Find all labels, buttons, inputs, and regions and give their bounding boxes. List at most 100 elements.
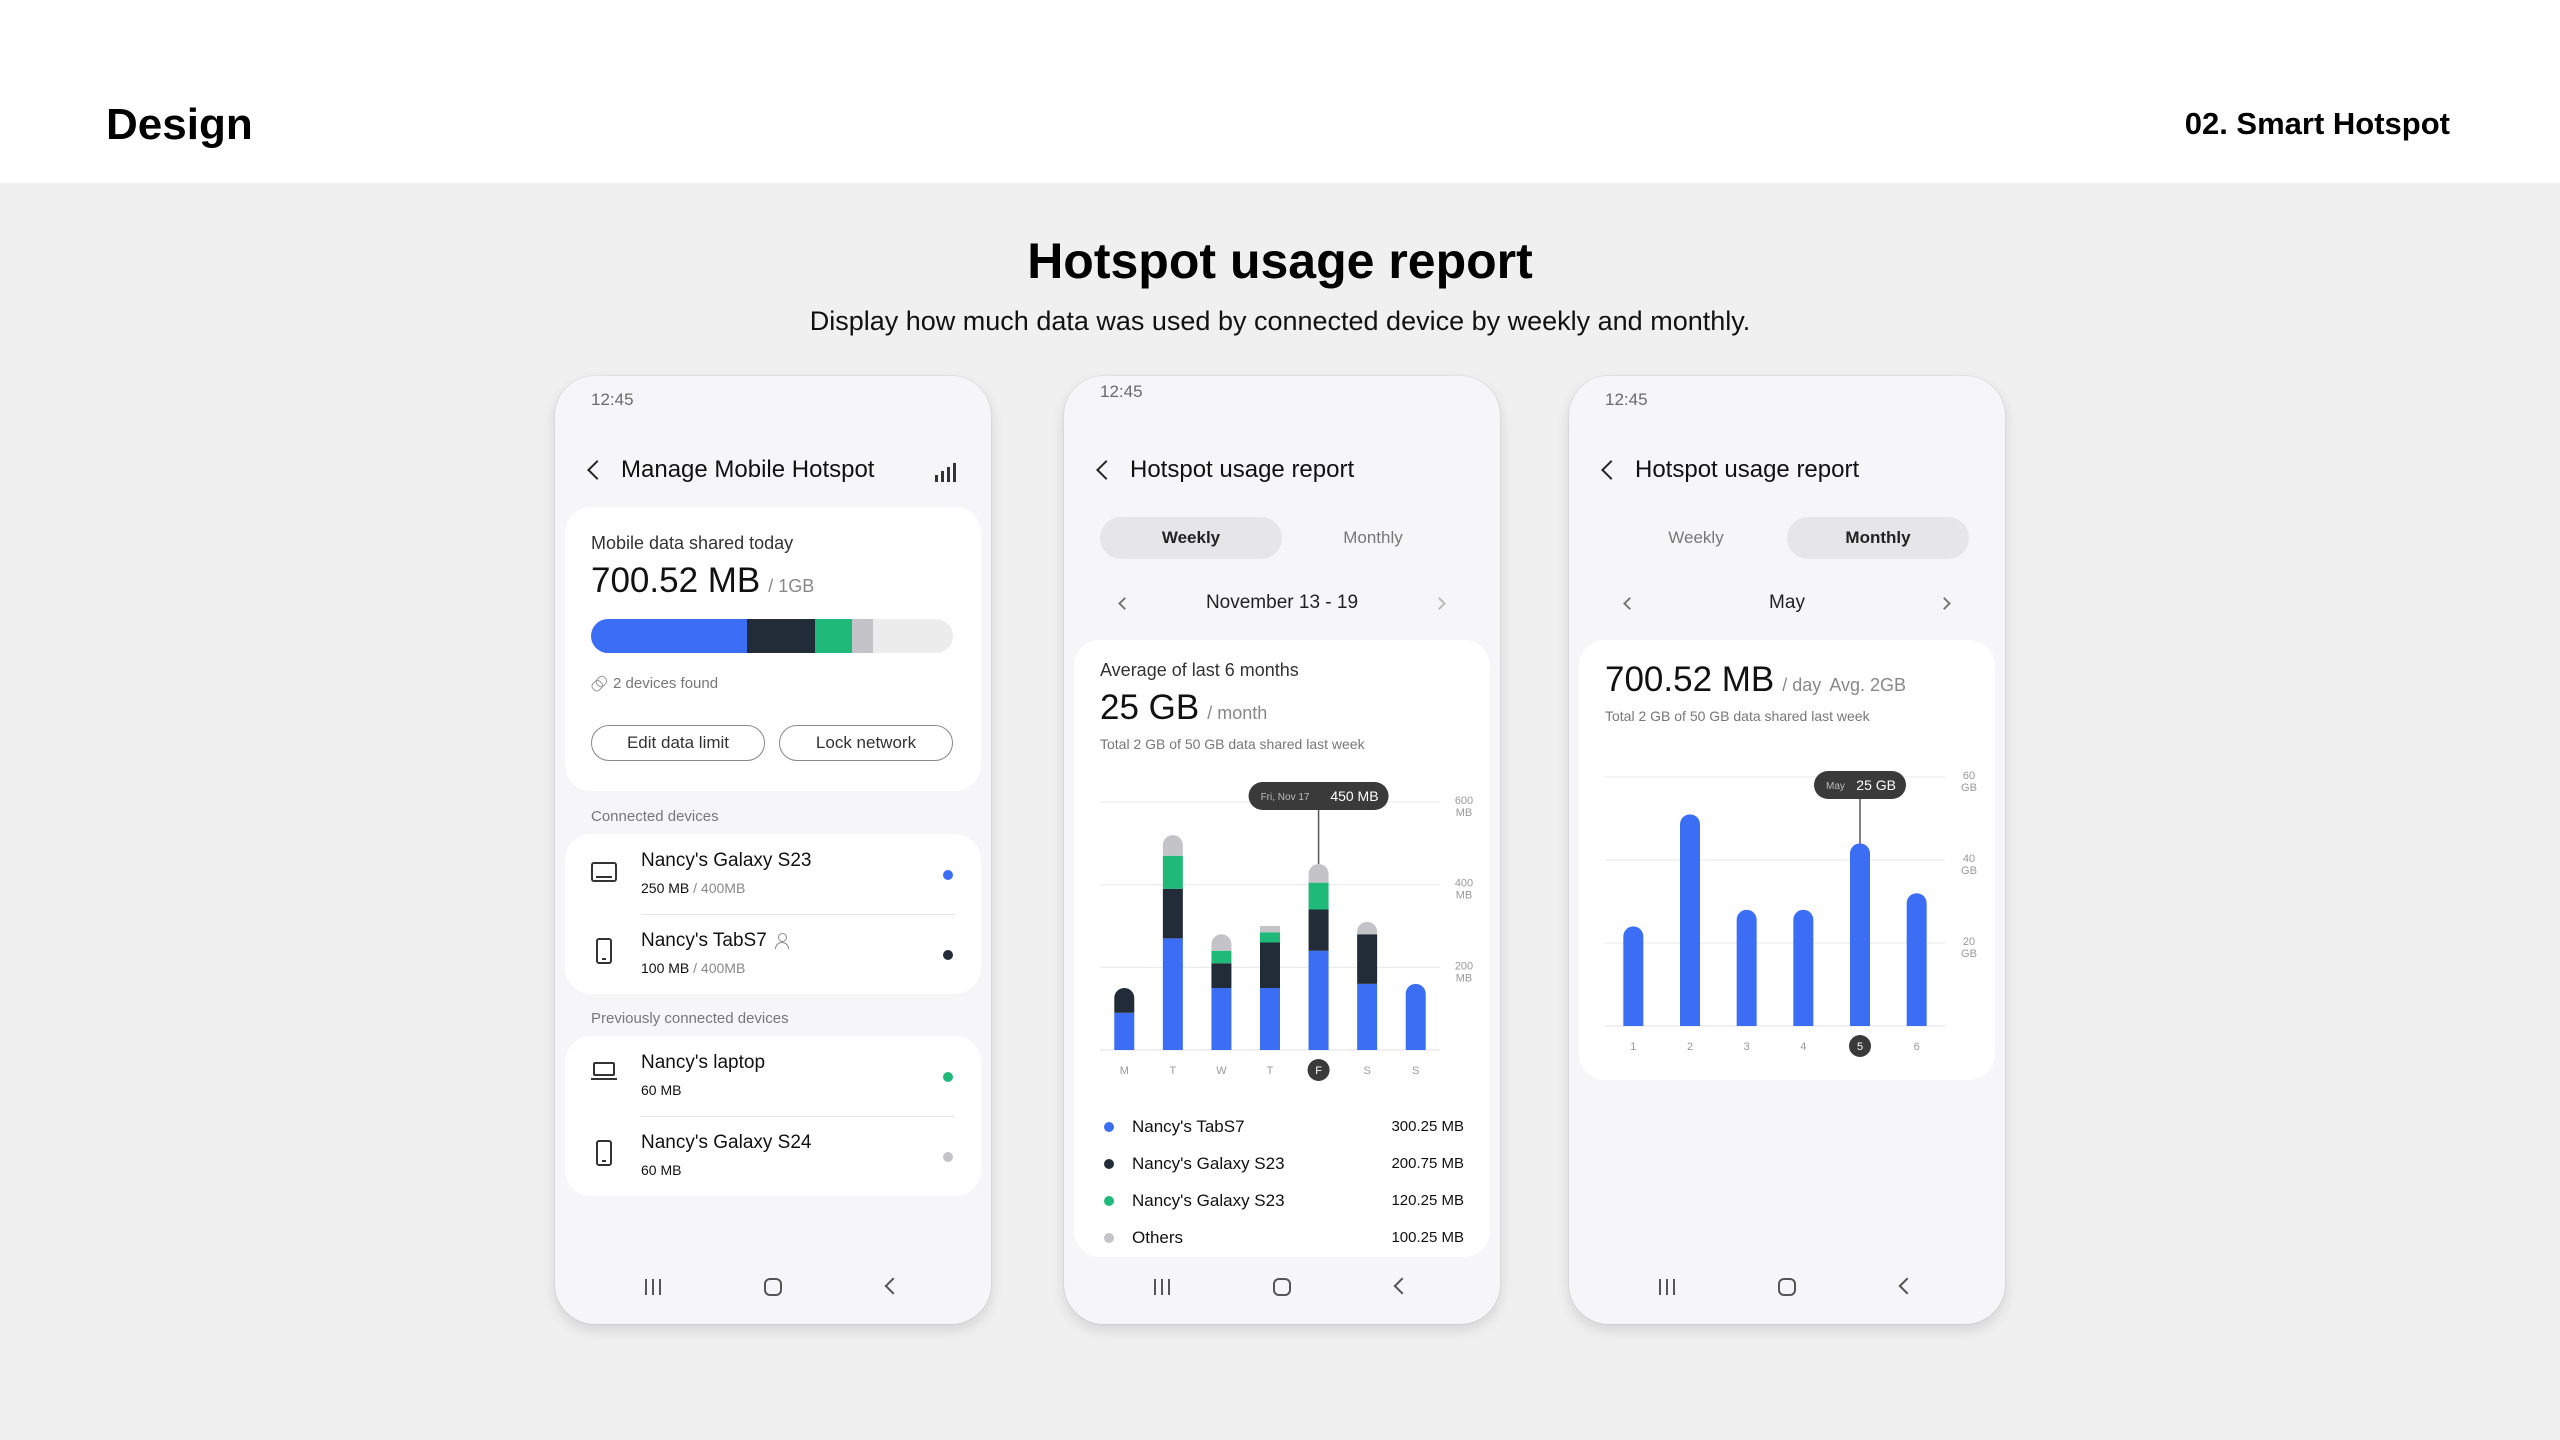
bar-segment bbox=[1308, 882, 1329, 910]
bar-segment bbox=[1211, 988, 1232, 1050]
date-range-label: May bbox=[1769, 592, 1805, 613]
summary-label: Mobile data shared today bbox=[591, 533, 794, 553]
home-icon[interactable] bbox=[1778, 1278, 1796, 1296]
weekly-report-card: Average of last 6 months 25 GB / month T… bbox=[1074, 640, 1490, 1257]
previous-devices-card: Nancy's laptop 60 MB Nancy's Galaxy S24 … bbox=[565, 1036, 981, 1196]
legend-value: 300.25 MB bbox=[1391, 1118, 1464, 1135]
recent-apps-icon[interactable] bbox=[1659, 1279, 1675, 1295]
phone-weekly-report: 12:45 Hotspot usage report Weekly Monthl… bbox=[1064, 376, 1500, 1324]
x-tick-label: 1 bbox=[1630, 1041, 1636, 1053]
device-row[interactable]: Nancy's Galaxy S24 60 MB bbox=[565, 1116, 981, 1196]
device-name-row: Nancy's TabS7 bbox=[641, 930, 789, 952]
usage-bar-segment-dark bbox=[746, 619, 816, 653]
bar-segment bbox=[1357, 921, 1378, 935]
legend-dot bbox=[1104, 1159, 1114, 1169]
bar bbox=[1680, 814, 1700, 1026]
section-label: 02. Smart Hotspot bbox=[2184, 106, 2450, 141]
status-time: 12:45 bbox=[591, 390, 634, 409]
tab-monthly[interactable]: Monthly bbox=[1787, 517, 1969, 559]
device-name: Nancy's TabS7 bbox=[641, 930, 767, 951]
connected-devices-card: Nancy's Galaxy S23 250 MB / 400MB Nancy'… bbox=[565, 834, 981, 994]
bar-segment bbox=[1260, 932, 1280, 943]
edit-data-limit-button[interactable]: Edit data limit bbox=[591, 725, 765, 761]
device-color-dot bbox=[943, 1152, 953, 1162]
bar bbox=[1906, 893, 1927, 1026]
device-name: Nancy's Galaxy S24 bbox=[641, 1132, 812, 1153]
status-time: 12:45 bbox=[1605, 390, 1648, 409]
usage-bar-segment-green bbox=[815, 619, 852, 653]
navigation-bar bbox=[1064, 1272, 1500, 1302]
device-row[interactable]: Nancy's TabS7 100 MB / 400MB bbox=[565, 914, 981, 994]
device-used: 250 MB bbox=[641, 880, 690, 896]
legend-item: Nancy's Galaxy S23 120.25 MB bbox=[1100, 1189, 1464, 1213]
devices-found-label: 2 devices found bbox=[613, 675, 719, 692]
tab-weekly[interactable]: Weekly bbox=[1605, 517, 1787, 559]
usage-stats-icon[interactable] bbox=[935, 460, 957, 482]
phone-icon bbox=[596, 1140, 612, 1166]
device-row[interactable]: Nancy's Galaxy S23 250 MB / 400MB bbox=[565, 834, 981, 914]
date-range-nav: May bbox=[1605, 588, 1969, 620]
device-usage: 60 MB bbox=[641, 1162, 682, 1178]
lock-network-button[interactable]: Lock network bbox=[779, 725, 953, 761]
nav-back-icon[interactable] bbox=[1393, 1277, 1411, 1295]
y-tick-unit: MB bbox=[1456, 890, 1473, 902]
device-usage: 100 MB / 400MB bbox=[641, 960, 745, 976]
bar-segment bbox=[1211, 950, 1232, 964]
laptop-icon bbox=[591, 1062, 617, 1080]
usage-bar-segment-blue bbox=[591, 619, 747, 653]
legend-item: Others 100.25 MB bbox=[1100, 1226, 1464, 1250]
back-arrow-icon[interactable] bbox=[1092, 458, 1116, 482]
summary-value: 700.52 MB bbox=[591, 561, 761, 600]
bar bbox=[1623, 926, 1644, 1026]
y-tick-label: 60 bbox=[1963, 770, 1975, 782]
summary-value-row: 700.52 MB / 1GB bbox=[591, 561, 814, 601]
y-tick-label: 20 bbox=[1963, 936, 1975, 948]
app-header: Manage Mobile Hotspot bbox=[583, 452, 874, 488]
phone-icon bbox=[596, 938, 612, 964]
device-used: 100 MB bbox=[641, 960, 690, 976]
legend-value: 200.75 MB bbox=[1391, 1155, 1464, 1172]
recent-apps-icon[interactable] bbox=[1154, 1279, 1170, 1295]
navigation-bar bbox=[555, 1272, 991, 1302]
back-arrow-icon[interactable] bbox=[1597, 458, 1621, 482]
bar-segment bbox=[1162, 835, 1183, 856]
home-icon[interactable] bbox=[764, 1278, 782, 1296]
legend-dot bbox=[1104, 1196, 1114, 1206]
x-tick-label: 2 bbox=[1687, 1041, 1693, 1053]
device-row[interactable]: Nancy's laptop 60 MB bbox=[565, 1036, 981, 1116]
bar bbox=[1850, 843, 1870, 1026]
app-header: Hotspot usage report bbox=[1092, 452, 1354, 488]
x-tick-label: W bbox=[1216, 1065, 1227, 1077]
bar-segment bbox=[1260, 988, 1280, 1050]
home-icon[interactable] bbox=[1273, 1278, 1291, 1296]
nav-back-icon[interactable] bbox=[1898, 1277, 1916, 1295]
top-bar: Design 02. Smart Hotspot bbox=[0, 0, 2560, 183]
legend-value: 120.25 MB bbox=[1391, 1192, 1464, 1209]
app-title: Hotspot usage report bbox=[1130, 456, 1355, 483]
recent-apps-icon[interactable] bbox=[645, 1279, 661, 1295]
bar-segment bbox=[1162, 938, 1183, 1050]
x-tick-label: 4 bbox=[1800, 1041, 1806, 1053]
legend-item: Nancy's Galaxy S23 200.75 MB bbox=[1100, 1152, 1464, 1176]
device-icon-wrap bbox=[591, 1140, 612, 1166]
bar-segment bbox=[1357, 983, 1378, 1050]
device-name: Nancy's Galaxy S23 bbox=[641, 850, 812, 871]
app-title: Manage Mobile Hotspot bbox=[621, 456, 875, 483]
tab-monthly[interactable]: Monthly bbox=[1282, 517, 1464, 559]
devices-found: 2 devices found bbox=[591, 675, 718, 692]
x-tick-label: 5 bbox=[1857, 1041, 1863, 1053]
bar-segment bbox=[1357, 934, 1378, 984]
tab-weekly[interactable]: Weekly bbox=[1100, 517, 1282, 559]
person-icon bbox=[774, 933, 789, 949]
data-summary-card: Mobile data shared today 700.52 MB / 1GB… bbox=[565, 507, 981, 791]
summary-limit: / 1GB bbox=[768, 576, 815, 596]
x-tick-label: S bbox=[1412, 1065, 1419, 1077]
x-tick-label: F bbox=[1315, 1065, 1322, 1077]
legend-name: Nancy's TabS7 bbox=[1132, 1117, 1245, 1136]
y-tick-label: 200 bbox=[1455, 960, 1473, 972]
phone-manage-hotspot: 12:45 Manage Mobile Hotspot Mobile data … bbox=[555, 376, 991, 1324]
bar-segment bbox=[1114, 988, 1135, 1013]
back-arrow-icon[interactable] bbox=[583, 458, 607, 482]
x-tick-label: T bbox=[1267, 1065, 1274, 1077]
nav-back-icon[interactable] bbox=[884, 1277, 902, 1295]
